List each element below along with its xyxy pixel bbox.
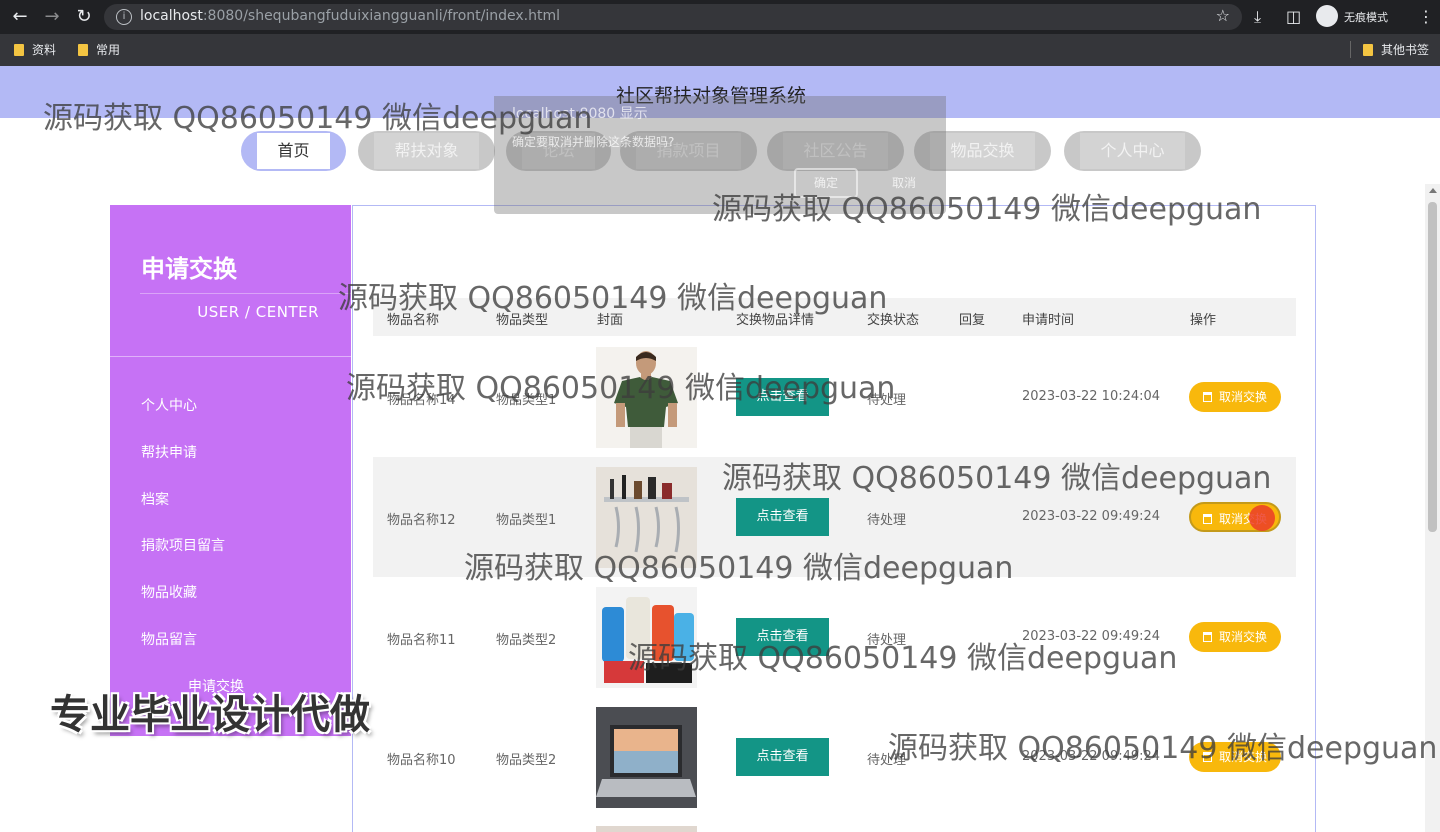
sidebar-item-donation-message[interactable]: 捐款项目留言	[141, 535, 225, 555]
table-row: 物品名称11 物品类型2 点击查看 待处理 2023-03-22 09:49:2…	[373, 577, 1296, 697]
bookmark-folder-changyong[interactable]: 常用	[78, 41, 120, 58]
table-row: 物品名称14 物品类型1 点击查看 待处理 2023-03-22 10:24:0…	[373, 337, 1296, 457]
view-detail-button[interactable]: 点击查看	[736, 378, 829, 416]
item-name: 物品名称11	[387, 633, 456, 648]
view-detail-button[interactable]: 点击查看	[736, 498, 829, 536]
cover-image-tshirt	[596, 347, 697, 448]
menu-icon[interactable]: ⋮	[1418, 7, 1434, 27]
item-name: 物品名称10	[387, 753, 456, 768]
col-cover: 封面	[597, 313, 624, 328]
download-icon[interactable]: ⤓	[1254, 7, 1261, 27]
cancel-exchange-button[interactable]: 取消交换	[1189, 742, 1281, 772]
item-type: 物品类型1	[496, 393, 557, 408]
bookmarks-bar: 资料 常用 其他书签	[0, 34, 1440, 66]
dialog-ok-button[interactable]: 确定	[794, 168, 858, 198]
dialog-title: localhost:8080 显示	[512, 106, 648, 122]
sidebar-item-item-message[interactable]: 物品留言	[141, 629, 197, 649]
cover-image-laptop	[596, 707, 697, 808]
item-type: 物品类型2	[496, 633, 557, 648]
cover-image-detergents	[596, 587, 697, 688]
status: 待处理	[867, 513, 907, 528]
divider	[140, 293, 351, 294]
sidebar-item-favorites[interactable]: 物品收藏	[141, 582, 197, 602]
trash-icon	[1202, 752, 1212, 762]
nav-tab-home[interactable]: 首页	[241, 131, 346, 171]
status: 待处理	[867, 393, 907, 408]
trash-icon	[1202, 514, 1212, 524]
sidebar-item-help-apply[interactable]: 帮扶申请	[141, 442, 197, 462]
item-name: 物品名称14	[387, 393, 456, 408]
col-detail: 交换物品详情	[736, 313, 815, 328]
col-status: 交换状态	[867, 313, 920, 328]
item-name: 物品名称12	[387, 513, 456, 528]
col-time: 申请时间	[1022, 313, 1075, 328]
view-detail-button[interactable]: 点击查看	[736, 618, 829, 656]
apply-time: 2023-03-22 09:49:24	[1022, 749, 1161, 764]
folder-icon	[78, 44, 88, 56]
status: 待处理	[867, 753, 907, 768]
trash-icon	[1202, 392, 1212, 402]
nav-tab-help-targets[interactable]: 帮扶对象	[358, 131, 495, 171]
view-detail-button[interactable]: 点击查看	[736, 738, 829, 776]
scroll-up-icon[interactable]	[1429, 188, 1437, 193]
exchange-table-panel: 物品名称 物品类型 封面 交换物品详情 交换状态 回复 申请时间 操作 物品名称…	[352, 205, 1316, 832]
address-bar[interactable]: i localhost:8080/shequbangfuduixiangguan…	[104, 4, 1242, 30]
reload-icon[interactable]: ↻	[72, 6, 96, 28]
table-row: 物品名称12 物品类型1 点击查看 待处理 2023-03-22 09:49:2…	[373, 457, 1296, 577]
cancel-exchange-button[interactable]: 取消交换	[1189, 382, 1281, 412]
forward-icon[interactable]: →	[40, 6, 64, 28]
dialog-cancel-button[interactable]: 取消	[872, 168, 936, 198]
nav-tab-personal[interactable]: 个人中心	[1064, 131, 1201, 171]
back-icon[interactable]: ←	[8, 6, 32, 28]
bookmark-folder-other[interactable]: 其他书签	[1350, 41, 1429, 58]
trash-icon	[1202, 632, 1212, 642]
col-reply: 回复	[959, 313, 986, 328]
col-name: 物品名称	[387, 313, 440, 328]
table-header: 物品名称 物品类型 封面 交换物品详情 交换状态 回复 申请时间 操作	[373, 298, 1296, 336]
sidebar: 申请交换 USER / CENTER 个人中心 帮扶申请 档案 捐款项目留言 物…	[110, 205, 351, 736]
browser-toolbar: ← → ↻ i localhost:8080/shequbangfuduixia…	[0, 0, 1440, 34]
page-scrollbar[interactable]	[1425, 184, 1440, 832]
divider	[110, 356, 351, 357]
sidebar-item-archive[interactable]: 档案	[141, 489, 169, 509]
cover-image-rack	[596, 467, 697, 568]
cover-image-partial	[596, 826, 697, 832]
status: 待处理	[867, 633, 907, 648]
confirm-dialog: localhost:8080 显示 确定要取消并删除这条数据吗? 确定 取消	[494, 96, 946, 214]
incognito-label: 无痕模式	[1344, 11, 1388, 24]
col-action: 操作	[1190, 313, 1217, 328]
table-row: 物品名称10 物品类型2 点击查看 待处理 2023-03-22 09:49:2…	[373, 697, 1296, 817]
sidebar-item-personal[interactable]: 个人中心	[141, 395, 197, 415]
apply-time: 2023-03-22 09:49:24	[1022, 509, 1161, 524]
folder-icon	[1363, 44, 1373, 56]
promo-overlay-text: 专业毕业设计代做	[50, 692, 370, 738]
sidebar-subtitle: USER / CENTER	[197, 303, 319, 321]
bookmark-star-icon[interactable]: ☆	[1216, 6, 1230, 25]
page: 社区帮扶对象管理系统 首页 帮扶对象 论坛 捐款项目 社区公告 物品交换 个人中…	[0, 66, 1440, 832]
url-text: localhost:8080/shequbangfuduixiangguanli…	[140, 8, 561, 24]
apply-time: 2023-03-22 09:49:24	[1022, 629, 1161, 644]
sidebar-title: 申请交换	[141, 255, 237, 283]
item-type: 物品类型2	[496, 753, 557, 768]
incognito-icon[interactable]	[1316, 5, 1338, 27]
bookmark-folder-ziliao[interactable]: 资料	[14, 41, 56, 58]
dialog-message: 确定要取消并删除这条数据吗?	[512, 135, 675, 149]
item-type: 物品类型1	[496, 513, 557, 528]
col-type: 物品类型	[496, 313, 549, 328]
scroll-thumb[interactable]	[1428, 202, 1437, 532]
cancel-exchange-button[interactable]: 取消交换	[1189, 622, 1281, 652]
apply-time: 2023-03-22 10:24:04	[1022, 389, 1161, 404]
info-icon[interactable]: i	[116, 9, 132, 25]
cursor-click-highlight	[1249, 505, 1275, 531]
side-panel-icon[interactable]: ◫	[1286, 7, 1301, 27]
folder-icon	[14, 44, 24, 56]
